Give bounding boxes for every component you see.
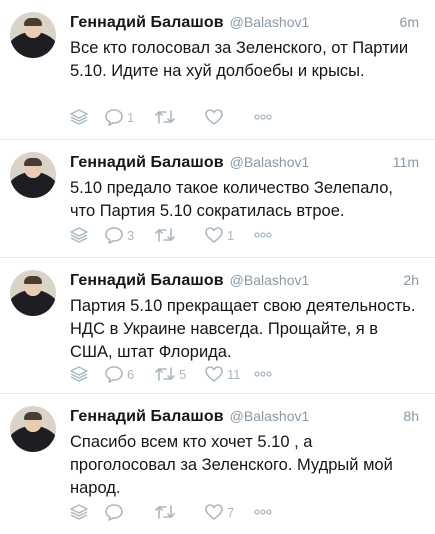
analytics-button[interactable] — [70, 109, 104, 125]
heart-icon — [204, 365, 224, 383]
like-button[interactable]: 11 — [204, 365, 254, 383]
retweet-count: 5 — [179, 366, 187, 382]
avatar[interactable] — [10, 152, 56, 198]
more-icon — [254, 113, 272, 121]
timestamp[interactable]: 6m — [400, 14, 419, 30]
timestamp[interactable]: 11m — [393, 154, 419, 170]
analytics-icon — [70, 504, 88, 520]
tweet-text: Спасибо всем кто хочет 5.10 , а проголос… — [70, 433, 393, 497]
retweet-icon — [154, 109, 176, 125]
more-icon — [254, 508, 272, 516]
heart-icon — [204, 503, 224, 521]
retweet-button[interactable]: 5 — [154, 366, 204, 382]
tweet-actions: 7 — [70, 502, 272, 522]
retweet-icon — [154, 366, 176, 382]
tweet-text: 5.10 предало такое количество Зелепало, … — [70, 179, 393, 220]
tweet-text: Все кто голосовал за Зеленского, от Парт… — [70, 39, 409, 80]
reply-button[interactable] — [104, 503, 154, 521]
avatar[interactable] — [10, 270, 56, 316]
heart-icon — [204, 108, 224, 126]
reply-button[interactable]: 6 — [104, 365, 154, 383]
reply-count: 3 — [127, 227, 135, 243]
tweet-feed: Геннадий Балашов @Balashov1 6m Все кто г… — [0, 0, 435, 534]
tweet[interactable]: Геннадий Балашов @Balashov1 6m Все кто г… — [0, 0, 435, 140]
tweet[interactable]: Геннадий Балашов @Balashov1 2h Партия 5.… — [0, 258, 435, 394]
reply-button[interactable]: 3 — [104, 226, 154, 244]
analytics-button[interactable] — [70, 504, 104, 520]
retweet-button[interactable] — [154, 109, 204, 125]
more-button[interactable] — [254, 370, 272, 378]
analytics-button[interactable] — [70, 227, 104, 243]
analytics-icon — [70, 109, 88, 125]
reply-icon — [104, 108, 124, 126]
author-name[interactable]: Геннадий Балашов — [70, 408, 224, 426]
tweet[interactable]: Геннадий Балашов @Balashov1 8h Спасибо в… — [0, 394, 435, 534]
more-icon — [254, 370, 272, 378]
timestamp[interactable]: 8h — [403, 408, 419, 424]
more-button[interactable] — [254, 508, 272, 516]
tweet-actions: 1 — [70, 107, 272, 127]
author-handle[interactable]: @Balashov1 — [230, 14, 310, 30]
author-name[interactable]: Геннадий Балашов — [70, 272, 224, 290]
retweet-button[interactable] — [154, 227, 204, 243]
more-icon — [254, 231, 272, 239]
like-count: 1 — [227, 227, 235, 243]
like-count: 7 — [227, 504, 235, 520]
author-name[interactable]: Геннадий Балашов — [70, 154, 224, 172]
analytics-icon — [70, 366, 88, 382]
author-handle[interactable]: @Balashov1 — [230, 408, 310, 424]
like-button[interactable]: 1 — [204, 226, 254, 244]
retweet-icon — [154, 227, 176, 243]
more-button[interactable] — [254, 231, 272, 239]
tweet-header: Геннадий Балашов @Balashov1 6m — [70, 14, 419, 34]
avatar[interactable] — [10, 12, 56, 58]
author-handle[interactable]: @Balashov1 — [230, 154, 310, 170]
timestamp[interactable]: 2h — [403, 272, 419, 288]
tweet-text: Партия 5.10 прекращает свою деятельность… — [70, 297, 416, 361]
avatar[interactable] — [10, 406, 56, 452]
like-button[interactable]: 7 — [204, 503, 254, 521]
like-count: 11 — [227, 366, 241, 382]
retweet-button[interactable] — [154, 504, 204, 520]
author-handle[interactable]: @Balashov1 — [230, 272, 310, 288]
reply-count: 1 — [127, 109, 135, 125]
more-button[interactable] — [254, 113, 272, 121]
tweet-header: Геннадий Балашов @Balashov1 8h — [70, 408, 419, 428]
reply-button[interactable]: 1 — [104, 108, 154, 126]
reply-icon — [104, 503, 124, 521]
tweet[interactable]: Геннадий Балашов @Balashov1 11m 5.10 пре… — [0, 140, 435, 258]
tweet-header: Геннадий Балашов @Balashov1 11m — [70, 154, 419, 174]
like-button[interactable] — [204, 108, 254, 126]
tweet-actions: 6 5 11 — [70, 364, 272, 384]
author-name[interactable]: Геннадий Балашов — [70, 14, 224, 32]
heart-icon — [204, 226, 224, 244]
analytics-button[interactable] — [70, 366, 104, 382]
reply-icon — [104, 365, 124, 383]
retweet-icon — [154, 504, 176, 520]
tweet-actions: 3 1 — [70, 225, 272, 245]
reply-icon — [104, 226, 124, 244]
analytics-icon — [70, 227, 88, 243]
reply-count: 6 — [127, 366, 135, 382]
tweet-header: Геннадий Балашов @Balashov1 2h — [70, 272, 419, 292]
